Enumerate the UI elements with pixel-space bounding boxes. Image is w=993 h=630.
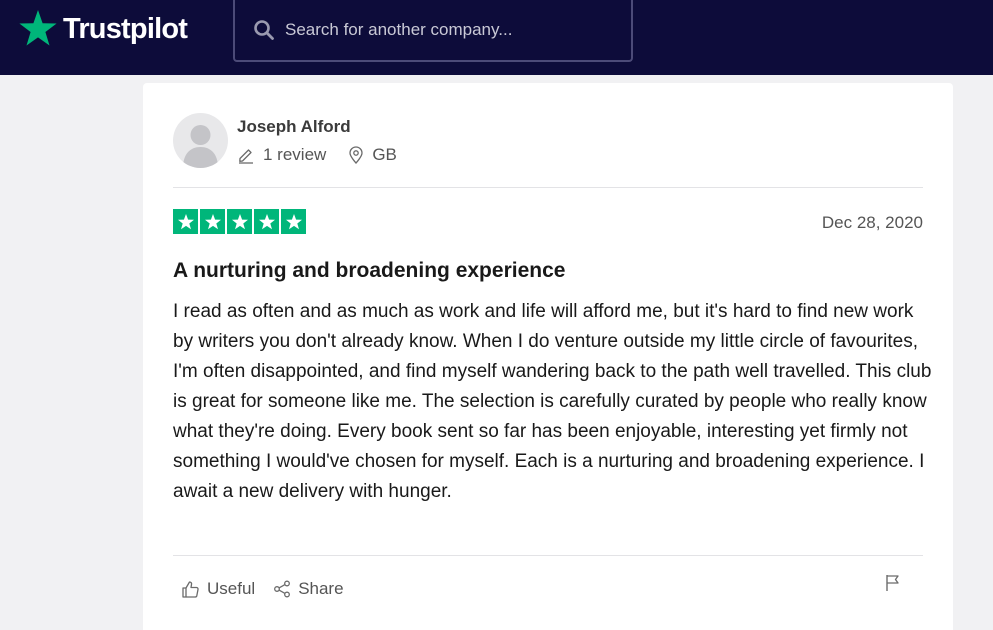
star-icon <box>231 213 248 229</box>
share-label: Share <box>298 579 344 598</box>
thumbs-up-icon <box>181 580 200 599</box>
rating-star <box>173 209 198 234</box>
company-search[interactable] <box>233 0 633 62</box>
trustpilot-logo[interactable]: Trustpilot <box>18 9 188 49</box>
reviewer-name[interactable]: Joseph Alford <box>237 117 351 137</box>
logo-text: Trustpilot <box>63 12 188 45</box>
star-rating <box>173 209 308 234</box>
useful-button[interactable]: Useful <box>181 579 255 599</box>
reviewer-country: GB <box>348 145 397 165</box>
flag-icon <box>886 575 899 591</box>
review-count: 1 review <box>237 145 326 165</box>
location-pin-icon <box>348 146 364 164</box>
star-icon <box>258 213 275 229</box>
reviewer-meta: 1 review GB <box>237 145 397 165</box>
user-silhouette-icon <box>183 125 218 168</box>
review-actions: Useful Share <box>181 579 362 599</box>
star-icon <box>285 213 302 229</box>
useful-label: Useful <box>207 579 256 598</box>
star-icon <box>177 213 194 229</box>
rating-star <box>200 209 225 234</box>
search-input[interactable] <box>285 20 625 40</box>
review-title[interactable]: A nurturing and broadening experience <box>173 259 565 283</box>
star-icon <box>204 213 221 229</box>
divider <box>173 555 923 556</box>
report-flag-button[interactable] <box>885 574 901 597</box>
review-card: Joseph Alford 1 review GB Dec 28, 2020 A <box>143 83 953 630</box>
avatar[interactable] <box>173 113 228 168</box>
pencil-icon <box>237 146 255 164</box>
rating-star <box>227 209 252 234</box>
top-navigation-bar: Trustpilot <box>0 0 993 75</box>
country-code: GB <box>372 145 397 164</box>
rating-star <box>254 209 279 234</box>
review-body: I read as often and as much as work and … <box>173 301 932 502</box>
rating-star <box>281 209 306 234</box>
share-button[interactable]: Share <box>273 579 344 599</box>
review-date: Dec 28, 2020 <box>821 213 923 232</box>
share-icon <box>273 580 291 598</box>
review-count-label: 1 review <box>263 145 327 164</box>
trustpilot-star-icon <box>19 10 57 46</box>
divider <box>173 187 923 188</box>
search-icon <box>254 20 274 40</box>
